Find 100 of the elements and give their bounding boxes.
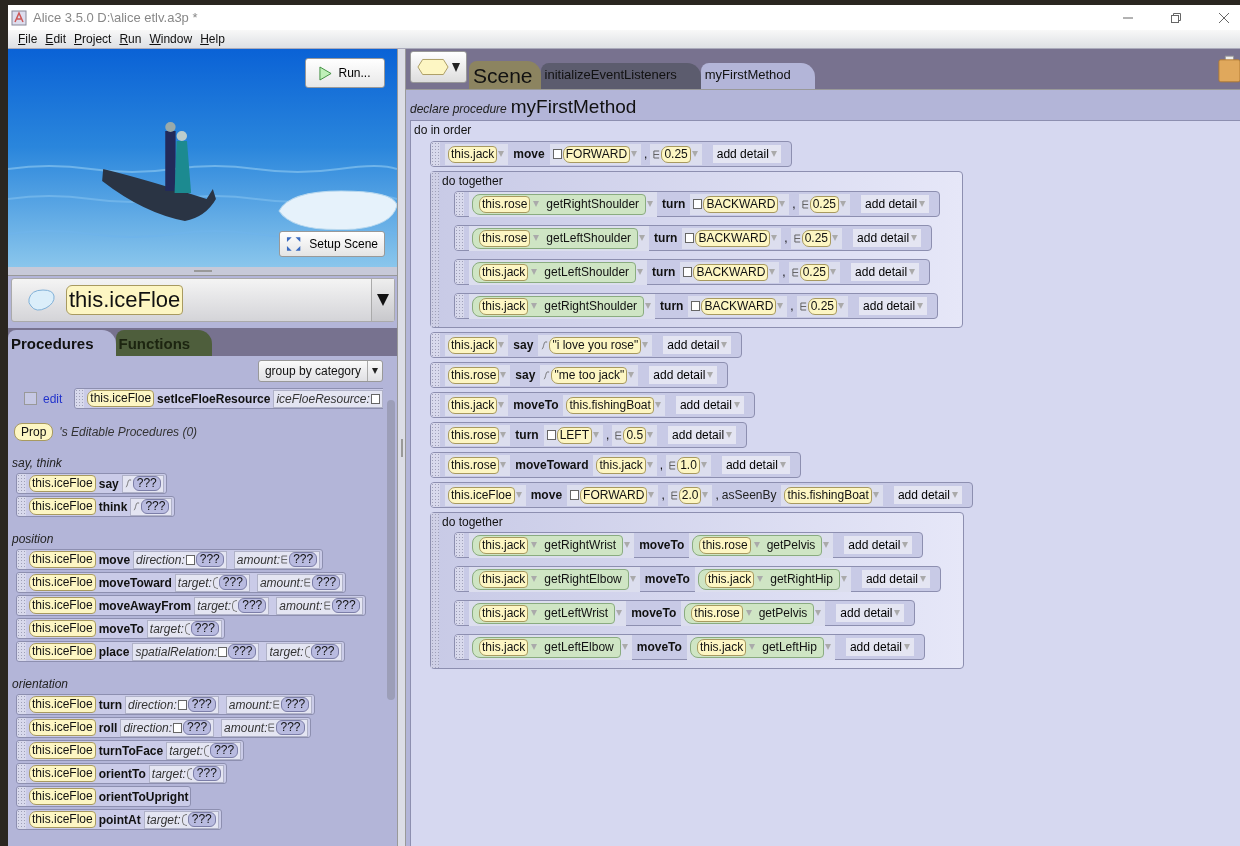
add-detail-button[interactable]: add detail (845, 638, 914, 656)
statement-block[interactable]: this.jack say "i love you rose" add detail (430, 332, 743, 358)
parameter-slot[interactable]: iceFloeResource: (273, 389, 383, 408)
function-tile[interactable]: this.jack getRightShoulder (472, 295, 645, 317)
value-pill[interactable]: 1.0 (677, 456, 700, 474)
type-dropdown[interactable] (410, 51, 467, 83)
grip-handle[interactable] (455, 533, 464, 557)
procedure-tile[interactable]: this.iceFloe roll direction: ??? amount: ??? (16, 717, 311, 738)
add-detail-button[interactable]: add detail (851, 263, 920, 281)
value-pill[interactable]: LEFT (556, 426, 593, 444)
grip-handle[interactable] (17, 550, 26, 569)
add-detail-button[interactable]: add detail (836, 604, 905, 622)
parameter-slot[interactable]: amount: ??? (221, 718, 308, 737)
grip-handle[interactable] (431, 483, 440, 507)
menu-item[interactable]: Run (119, 32, 142, 46)
object-pill[interactable]: this.rose (448, 456, 500, 474)
object-pill[interactable]: this.jack (448, 396, 498, 414)
grip-handle[interactable] (455, 635, 464, 659)
grip-handle[interactable] (431, 393, 440, 417)
function-tile[interactable]: this.rose getPelvis (692, 534, 823, 556)
statement-block[interactable]: this.jack getRightWrist moveTo this.rose getPelvis add detail (454, 532, 924, 558)
grip-handle[interactable] (17, 619, 26, 638)
grip-handle[interactable] (17, 573, 26, 592)
statement-block[interactable]: this.jack move FORWARD , 0.25 add detail (430, 141, 792, 167)
menu-item[interactable]: Project (74, 32, 112, 46)
value-pill[interactable]: BACKWARD (703, 195, 779, 213)
object-pill[interactable]: this.fishingBoat (566, 396, 654, 414)
value-pill[interactable]: BACKWARD (695, 229, 771, 247)
parameter-slot[interactable]: target: ??? (174, 573, 250, 592)
parameter-slot[interactable]: target: ??? (148, 764, 224, 783)
value-pill[interactable]: FORWARD (562, 145, 631, 163)
object-pill[interactable]: this.jack (696, 638, 747, 656)
object-pill[interactable]: this.rose (479, 229, 531, 247)
value-pill[interactable]: 0.25 (809, 195, 840, 213)
value-pill[interactable]: 2.0 (678, 486, 702, 504)
add-detail-button[interactable]: add detail (893, 486, 962, 504)
grip-handle[interactable] (431, 172, 439, 327)
object-pill[interactable]: this.iceFloe (448, 486, 515, 504)
grip-handle[interactable] (455, 260, 464, 284)
parameter-slot[interactable]: amount: ??? (233, 550, 321, 569)
add-detail-button[interactable]: add detail (649, 366, 718, 384)
grip-handle[interactable] (431, 142, 440, 166)
function-tile[interactable]: this.jack getRightWrist (472, 534, 624, 556)
editor-tab[interactable]: myFirstMethod (700, 63, 815, 89)
object-pill[interactable]: this.jack (479, 570, 529, 588)
value-pill[interactable]: BACKWARD (693, 263, 769, 281)
grip-handle[interactable] (17, 787, 26, 806)
add-detail-button[interactable]: add detail (859, 297, 928, 315)
parameter-slot[interactable]: amount: ??? (256, 573, 344, 592)
parameter-slot[interactable]: target: ??? (194, 596, 270, 615)
group-dropdown[interactable]: group by category (257, 360, 383, 382)
object-pill[interactable]: this.rose (699, 536, 751, 554)
object-pill[interactable]: this.jack (479, 638, 529, 656)
value-pill[interactable]: FORWARD (580, 486, 648, 504)
statement-block[interactable]: this.iceFloe move FORWARD , 2.0 , asSeenBy this.fishingBoat add detail (430, 482, 973, 508)
dropdown-button[interactable] (371, 279, 394, 321)
statement-block[interactable]: this.rose turn LEFT , 0.5 add detail (430, 422, 748, 448)
parameter-slot[interactable]: amount: ??? (225, 695, 313, 714)
grip-handle[interactable] (455, 567, 464, 591)
statement-block[interactable]: this.jack getLeftElbow moveTo this.jack getLeftHip add detail (454, 634, 925, 660)
object-pill[interactable]: this.jack (479, 536, 529, 554)
parameter-slot[interactable]: target: ??? (143, 810, 219, 829)
statement-block[interactable]: this.jack getRightShoulder turn BACKWARD , 0.25 add detail (454, 293, 939, 319)
grip-handle[interactable] (17, 642, 26, 661)
function-tile[interactable]: this.jack getLeftWrist (472, 602, 616, 624)
procedure-tile[interactable]: this.iceFloe setIceFloeResource iceFloeResource: (74, 388, 383, 409)
parameter-slot[interactable]: target: ??? (166, 741, 242, 760)
restore-icon[interactable] (1170, 11, 1182, 24)
statement-block[interactable]: this.rose moveToward this.jack , 1.0 add detail (430, 452, 801, 478)
parameter-slot[interactable]: direction: ??? (133, 550, 227, 569)
object-pill[interactable]: this.jack (448, 336, 498, 354)
grip-handle[interactable] (17, 497, 26, 516)
palette-tab[interactable]: Procedures (8, 330, 116, 356)
dropdown-arrow-icon[interactable] (372, 368, 378, 374)
function-tile[interactable]: this.jack getLeftShoulder (472, 261, 637, 283)
procedure-tile[interactable]: this.iceFloe move direction: ??? amount: ??? (16, 549, 324, 570)
statement-block[interactable]: this.rose getLeftShoulder turn BACKWARD , 0.25 add detail (454, 225, 933, 251)
object-pill[interactable]: this.jack (479, 297, 529, 315)
menu-item[interactable]: Help (200, 32, 225, 46)
grip-handle[interactable] (17, 718, 26, 737)
grip-handle[interactable] (431, 453, 440, 477)
close-icon[interactable] (1218, 11, 1230, 24)
grip-handle[interactable] (431, 513, 439, 668)
statement-block[interactable]: this.jack getLeftShoulder turn BACKWARD , 0.25 add detail (454, 259, 931, 285)
parameter-slot[interactable]: direction: ??? (120, 718, 215, 737)
object-pill[interactable]: this.rose (479, 195, 531, 213)
statement-block[interactable]: this.jack getLeftWrist moveTo this.rose getPelvis add detail (454, 600, 916, 626)
procedure-tile[interactable]: this.iceFloe moveTo target: ??? (16, 618, 225, 639)
procedure-tile[interactable]: this.iceFloe moveAwayFrom target: ??? amount: ??? (16, 595, 366, 616)
edit-link[interactable]: edit (43, 391, 63, 406)
procedure-tile[interactable]: this.iceFloe think ??? (16, 496, 176, 517)
parameter-slot[interactable]: ??? (121, 474, 164, 493)
value-pill[interactable]: 0.25 (661, 145, 691, 163)
function-tile[interactable]: this.jack getRightHip (697, 568, 840, 590)
object-pill[interactable]: this.jack (448, 145, 498, 163)
grip-handle[interactable] (431, 423, 440, 447)
procedure-tile[interactable]: this.iceFloe orientTo target: ??? (16, 763, 227, 784)
value-pill[interactable]: 0.25 (801, 229, 832, 247)
grip-handle[interactable] (455, 294, 464, 318)
setup-scene-button[interactable]: Setup Scene (279, 231, 385, 257)
